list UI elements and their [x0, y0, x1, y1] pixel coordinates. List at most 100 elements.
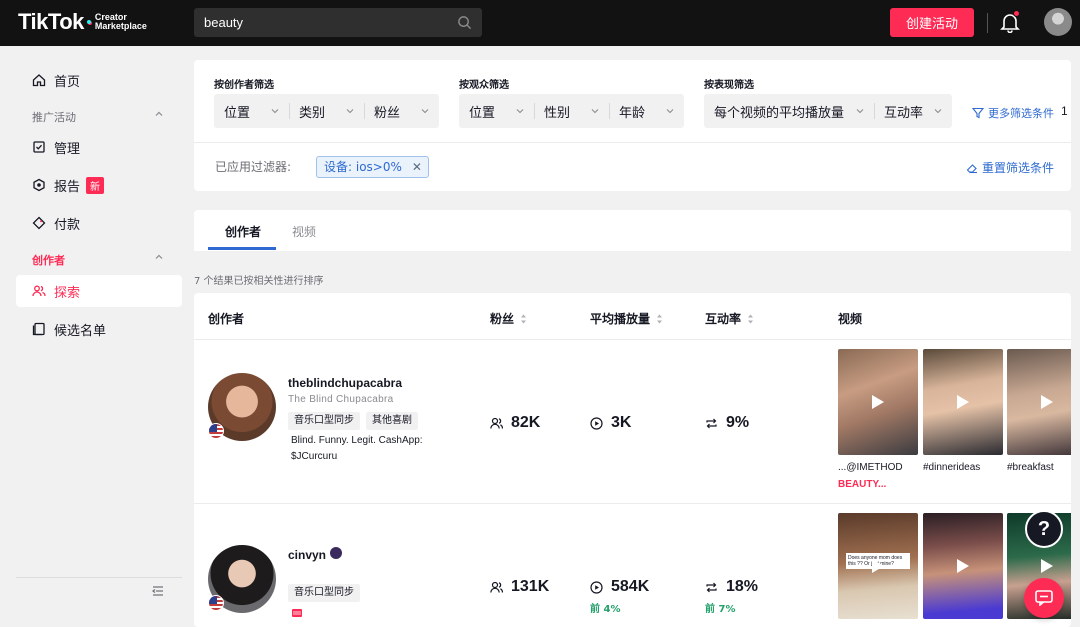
column-header-videos: 视频 — [838, 310, 862, 327]
column-header-engagement[interactable]: 互动率 — [705, 310, 754, 327]
tiktok-creator-marketplace-logo[interactable]: TikTok Creator Marketplace — [18, 9, 147, 35]
close-icon[interactable]: ✕ — [412, 157, 422, 177]
creator-handle[interactable]: cinvyn — [288, 548, 326, 562]
column-header-creator: 创作者 — [208, 310, 244, 327]
audience-filter-group: 位置 性别 年龄 — [459, 94, 684, 128]
bio-line: Blind. Funny. Legit. CashApp: — [291, 435, 423, 446]
creator-filter-group: 位置 类别 粉丝 — [214, 94, 439, 128]
creator-category-select[interactable]: 类别 — [289, 94, 364, 128]
chevron-up-icon[interactable] — [154, 252, 164, 262]
video-thumbnail[interactable] — [838, 349, 918, 455]
video-caption-highlight: BEAUTY... — [838, 479, 887, 490]
play-circle-icon — [590, 416, 603, 430]
video-caption[interactable]: #breakfast — [1007, 462, 1054, 473]
help-button[interactable]: ? — [1025, 510, 1063, 548]
payment-icon — [32, 216, 46, 230]
chat-icon — [1035, 590, 1053, 606]
sort-icon[interactable] — [747, 314, 754, 324]
create-campaign-button[interactable]: 创建活动 — [890, 8, 974, 37]
applied-filter-chip[interactable]: 设备: ios>0% ✕ — [316, 156, 429, 178]
report-icon — [33, 178, 45, 192]
video-caption[interactable]: ...@IMETHOD — [838, 462, 903, 473]
sidebar-item-label: 候选名单 — [54, 323, 107, 339]
engagement-metric: 18% — [705, 578, 758, 596]
sort-icon[interactable] — [656, 314, 663, 324]
play-icon — [1041, 559, 1053, 573]
creator-followers-select[interactable]: 粉丝 — [364, 94, 439, 128]
video-thumbnail[interactable]: Does anyone mom does this ?? Or just min… — [838, 513, 918, 619]
followers-metric: 131K — [490, 578, 549, 596]
new-badge: 新 — [86, 176, 105, 194]
sidebar-item-explore[interactable]: 探索 — [16, 275, 182, 307]
engagement-metric: 9% — [705, 414, 749, 432]
collapse-sidebar-icon[interactable] — [152, 585, 164, 597]
video-thumbnail[interactable] — [1007, 349, 1071, 455]
select-label: 每个视频的平均播放量 — [714, 105, 845, 121]
more-filters-count: 1 — [1061, 104, 1068, 118]
shortlist-icon — [32, 322, 45, 336]
sidebar-item-home[interactable]: 首页 — [16, 64, 182, 96]
sidebar-item-label: 付款 — [54, 217, 81, 233]
followers-value: 82K — [511, 414, 541, 431]
search-input[interactable]: beauty — [194, 8, 482, 37]
play-icon — [872, 559, 884, 573]
chat-support-button[interactable] — [1024, 578, 1064, 618]
audience-filter-label: 按观众筛选 — [459, 80, 509, 91]
avg-views-select[interactable]: 每个视频的平均播放量 — [704, 94, 874, 128]
live-badge-icon — [292, 609, 302, 617]
sidebar-item-shortlist[interactable]: 候选名单 — [16, 313, 182, 345]
avg-views-metric: 584K — [590, 578, 649, 596]
chevron-up-icon[interactable] — [154, 109, 164, 119]
column-header-followers[interactable]: 粉丝 — [490, 310, 527, 327]
logo-main-text: TikTok — [18, 9, 84, 34]
more-filters-link[interactable]: 更多筛选条件 — [972, 105, 1054, 121]
sidebar-item-manage[interactable]: 管理 — [16, 131, 182, 163]
sidebar-item-report[interactable]: 报告 新 — [16, 169, 182, 201]
audience-gender-select[interactable]: 性别 — [534, 94, 609, 128]
select-label: 类别 — [299, 105, 326, 121]
creator-location-select[interactable]: 位置 — [214, 94, 289, 128]
logo-dot — [86, 20, 91, 24]
header-label: 平均播放量 — [590, 312, 651, 326]
performance-filter-label: 按表现筛选 — [704, 80, 754, 91]
reset-filters-link[interactable]: 重置筛选条件 — [966, 159, 1054, 176]
video-thumbnail[interactable] — [923, 349, 1003, 455]
column-header-avg-views[interactable]: 平均播放量 — [590, 310, 663, 327]
flag-canton — [209, 424, 217, 432]
search-icon[interactable] — [457, 15, 472, 30]
audience-location-select[interactable]: 位置 — [459, 94, 534, 128]
chevron-down-icon — [934, 109, 942, 114]
us-flag-icon — [208, 595, 224, 611]
reset-filters-label: 重置筛选条件 — [982, 161, 1055, 175]
flag-canton — [209, 596, 217, 604]
header-divider — [194, 339, 1071, 340]
sort-icon[interactable] — [520, 314, 527, 324]
more-filters-label: 更多筛选条件 — [988, 107, 1054, 120]
users-icon — [32, 285, 46, 297]
bio-line: $JCurcuru — [291, 451, 338, 462]
select-label: 位置 — [469, 105, 496, 121]
sidebar-item-label: 报告 — [54, 179, 81, 195]
user-avatar[interactable] — [1044, 8, 1072, 36]
video-caption[interactable]: #dinnerideas — [923, 462, 980, 473]
user-icon — [490, 417, 503, 429]
sidebar-divider — [16, 577, 182, 578]
user-icon — [490, 581, 503, 593]
chevron-down-icon — [346, 109, 354, 114]
followers-metric: 82K — [490, 414, 540, 432]
video-thumbnail[interactable] — [923, 513, 1003, 619]
us-flag-icon — [208, 423, 224, 439]
sidebar-item-payment[interactable]: 付款 — [16, 207, 182, 239]
audience-age-select[interactable]: 年龄 — [609, 94, 684, 128]
filter-panel: 按创作者筛选 位置 类别 粉丝 按观众筛选 位置 性别 年龄 按表现筛选 每个视… — [194, 60, 1071, 191]
tab-videos[interactable]: 视频 — [292, 223, 316, 240]
active-tab-indicator — [208, 247, 276, 250]
engagement-rate-select[interactable]: 互动率 — [874, 94, 952, 128]
tab-creators[interactable]: 创作者 — [225, 223, 261, 240]
sidebar-section-campaign: 推广活动 — [32, 111, 76, 124]
creator-bio: Blind. Funny. Legit. CashApp: $JCurcuru — [291, 433, 441, 465]
creator-handle[interactable]: theblindchupacabra — [288, 376, 402, 390]
result-tabs: 创作者 视频 — [194, 210, 1071, 251]
logo-sub-text: Creator Marketplace — [95, 13, 147, 31]
header-label: 创作者 — [208, 312, 245, 326]
